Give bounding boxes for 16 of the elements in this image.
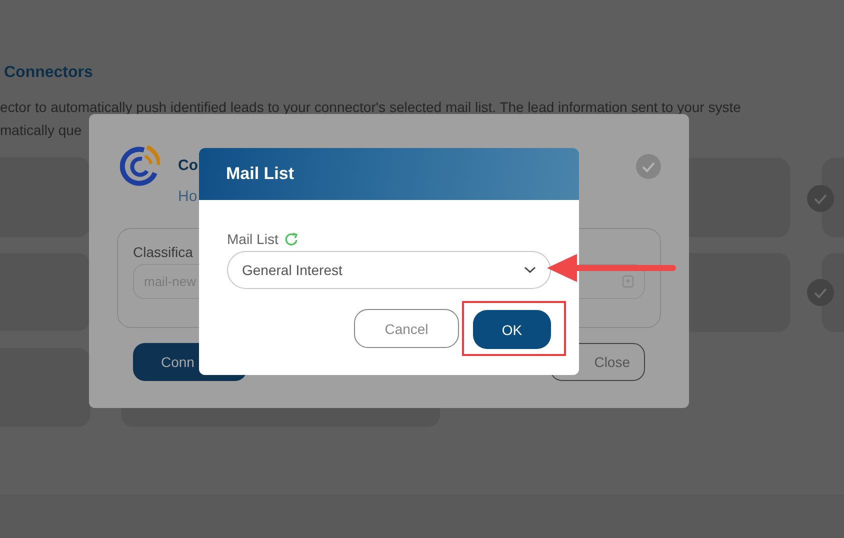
page-heading: Connectors: [4, 64, 93, 82]
mail-list-select[interactable]: General Interest: [227, 251, 551, 289]
chevron-down-icon: [524, 266, 536, 274]
logo-icon: [120, 145, 160, 187]
description-text: matically que: [0, 121, 83, 139]
check-icon: [807, 279, 834, 306]
ok-button[interactable]: OK: [473, 310, 551, 349]
check-icon: [807, 185, 834, 212]
cancel-button[interactable]: Cancel: [354, 309, 459, 348]
dialog-title: Mail List: [226, 164, 294, 184]
check-icon: [636, 154, 661, 179]
connector-title: Co: [178, 157, 198, 174]
description-text: ector to automatically push identified leads to your connector's selected mail list. The lead information sent to your syste: [0, 98, 741, 116]
field-label: Classifica: [133, 244, 194, 260]
refresh-icon[interactable]: [284, 232, 300, 246]
field-label: Mail List: [227, 231, 278, 247]
